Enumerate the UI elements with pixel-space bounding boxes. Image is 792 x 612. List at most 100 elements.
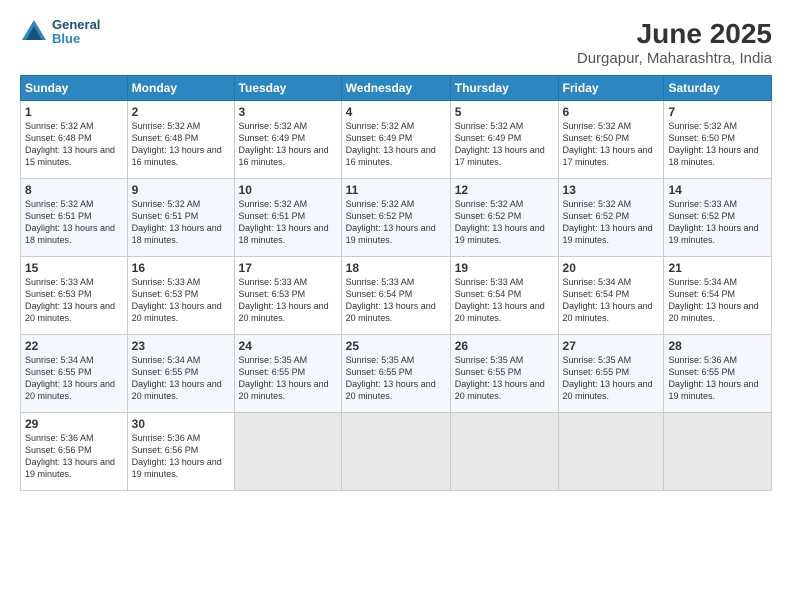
header: General Blue June 2025 Durgapur, Maharas…	[20, 18, 772, 67]
table-row: 30 Sunrise: 5:36 AM Sunset: 6:56 PM Dayl…	[127, 413, 234, 491]
calendar-subtitle: Durgapur, Maharashtra, India	[577, 50, 772, 67]
table-row: 7 Sunrise: 5:32 AM Sunset: 6:50 PM Dayli…	[664, 101, 772, 179]
day-number: 2	[132, 105, 230, 119]
logo-icon	[20, 18, 48, 46]
day-info: Sunrise: 5:33 AM Sunset: 6:54 PM Dayligh…	[346, 276, 446, 325]
day-info: Sunrise: 5:33 AM Sunset: 6:53 PM Dayligh…	[239, 276, 337, 325]
day-number: 29	[25, 417, 123, 431]
logo-text: General Blue	[52, 18, 100, 47]
table-row: 14 Sunrise: 5:33 AM Sunset: 6:52 PM Dayl…	[664, 179, 772, 257]
table-row: 29 Sunrise: 5:36 AM Sunset: 6:56 PM Dayl…	[21, 413, 128, 491]
day-info: Sunrise: 5:35 AM Sunset: 6:55 PM Dayligh…	[563, 354, 660, 403]
day-info: Sunrise: 5:32 AM Sunset: 6:52 PM Dayligh…	[563, 198, 660, 247]
day-info: Sunrise: 5:32 AM Sunset: 6:48 PM Dayligh…	[25, 120, 123, 169]
day-info: Sunrise: 5:33 AM Sunset: 6:53 PM Dayligh…	[132, 276, 230, 325]
day-info: Sunrise: 5:34 AM Sunset: 6:54 PM Dayligh…	[668, 276, 767, 325]
col-saturday: Saturday	[664, 76, 772, 101]
day-info: Sunrise: 5:32 AM Sunset: 6:49 PM Dayligh…	[239, 120, 337, 169]
page: General Blue June 2025 Durgapur, Maharas…	[0, 0, 792, 612]
day-number: 4	[346, 105, 446, 119]
day-info: Sunrise: 5:36 AM Sunset: 6:56 PM Dayligh…	[25, 432, 123, 481]
table-row: 3 Sunrise: 5:32 AM Sunset: 6:49 PM Dayli…	[234, 101, 341, 179]
table-row: 15 Sunrise: 5:33 AM Sunset: 6:53 PM Dayl…	[21, 257, 128, 335]
day-number: 22	[25, 339, 123, 353]
table-row: 22 Sunrise: 5:34 AM Sunset: 6:55 PM Dayl…	[21, 335, 128, 413]
calendar-row-1: 8 Sunrise: 5:32 AM Sunset: 6:51 PM Dayli…	[21, 179, 772, 257]
day-number: 21	[668, 261, 767, 275]
table-row: 23 Sunrise: 5:34 AM Sunset: 6:55 PM Dayl…	[127, 335, 234, 413]
table-row	[558, 413, 664, 491]
day-info: Sunrise: 5:33 AM Sunset: 6:54 PM Dayligh…	[455, 276, 554, 325]
table-row: 4 Sunrise: 5:32 AM Sunset: 6:49 PM Dayli…	[341, 101, 450, 179]
day-info: Sunrise: 5:34 AM Sunset: 6:55 PM Dayligh…	[25, 354, 123, 403]
day-info: Sunrise: 5:32 AM Sunset: 6:48 PM Dayligh…	[132, 120, 230, 169]
calendar-row-4: 29 Sunrise: 5:36 AM Sunset: 6:56 PM Dayl…	[21, 413, 772, 491]
day-number: 20	[563, 261, 660, 275]
day-number: 1	[25, 105, 123, 119]
calendar-table: Sunday Monday Tuesday Wednesday Thursday…	[20, 75, 772, 491]
day-number: 23	[132, 339, 230, 353]
day-info: Sunrise: 5:32 AM Sunset: 6:51 PM Dayligh…	[132, 198, 230, 247]
day-info: Sunrise: 5:36 AM Sunset: 6:56 PM Dayligh…	[132, 432, 230, 481]
calendar-row-3: 22 Sunrise: 5:34 AM Sunset: 6:55 PM Dayl…	[21, 335, 772, 413]
calendar-title: June 2025	[577, 18, 772, 50]
logo-blue: Blue	[52, 32, 100, 46]
col-tuesday: Tuesday	[234, 76, 341, 101]
table-row: 2 Sunrise: 5:32 AM Sunset: 6:48 PM Dayli…	[127, 101, 234, 179]
day-info: Sunrise: 5:33 AM Sunset: 6:52 PM Dayligh…	[668, 198, 767, 247]
table-row: 11 Sunrise: 5:32 AM Sunset: 6:52 PM Dayl…	[341, 179, 450, 257]
table-row: 10 Sunrise: 5:32 AM Sunset: 6:51 PM Dayl…	[234, 179, 341, 257]
day-info: Sunrise: 5:34 AM Sunset: 6:54 PM Dayligh…	[563, 276, 660, 325]
day-number: 16	[132, 261, 230, 275]
col-sunday: Sunday	[21, 76, 128, 101]
table-row	[664, 413, 772, 491]
table-row: 19 Sunrise: 5:33 AM Sunset: 6:54 PM Dayl…	[450, 257, 558, 335]
day-number: 26	[455, 339, 554, 353]
table-row	[341, 413, 450, 491]
table-row: 27 Sunrise: 5:35 AM Sunset: 6:55 PM Dayl…	[558, 335, 664, 413]
calendar-row-0: 1 Sunrise: 5:32 AM Sunset: 6:48 PM Dayli…	[21, 101, 772, 179]
day-info: Sunrise: 5:35 AM Sunset: 6:55 PM Dayligh…	[239, 354, 337, 403]
calendar-row-2: 15 Sunrise: 5:33 AM Sunset: 6:53 PM Dayl…	[21, 257, 772, 335]
day-info: Sunrise: 5:32 AM Sunset: 6:52 PM Dayligh…	[346, 198, 446, 247]
table-row: 24 Sunrise: 5:35 AM Sunset: 6:55 PM Dayl…	[234, 335, 341, 413]
day-info: Sunrise: 5:36 AM Sunset: 6:55 PM Dayligh…	[668, 354, 767, 403]
col-friday: Friday	[558, 76, 664, 101]
day-info: Sunrise: 5:32 AM Sunset: 6:52 PM Dayligh…	[455, 198, 554, 247]
table-row: 8 Sunrise: 5:32 AM Sunset: 6:51 PM Dayli…	[21, 179, 128, 257]
table-row: 28 Sunrise: 5:36 AM Sunset: 6:55 PM Dayl…	[664, 335, 772, 413]
day-number: 6	[563, 105, 660, 119]
day-info: Sunrise: 5:33 AM Sunset: 6:53 PM Dayligh…	[25, 276, 123, 325]
day-number: 7	[668, 105, 767, 119]
table-row: 26 Sunrise: 5:35 AM Sunset: 6:55 PM Dayl…	[450, 335, 558, 413]
table-row: 9 Sunrise: 5:32 AM Sunset: 6:51 PM Dayli…	[127, 179, 234, 257]
day-number: 13	[563, 183, 660, 197]
day-info: Sunrise: 5:34 AM Sunset: 6:55 PM Dayligh…	[132, 354, 230, 403]
table-row: 1 Sunrise: 5:32 AM Sunset: 6:48 PM Dayli…	[21, 101, 128, 179]
day-info: Sunrise: 5:32 AM Sunset: 6:50 PM Dayligh…	[563, 120, 660, 169]
day-info: Sunrise: 5:35 AM Sunset: 6:55 PM Dayligh…	[455, 354, 554, 403]
table-row: 16 Sunrise: 5:33 AM Sunset: 6:53 PM Dayl…	[127, 257, 234, 335]
day-number: 24	[239, 339, 337, 353]
table-row: 20 Sunrise: 5:34 AM Sunset: 6:54 PM Dayl…	[558, 257, 664, 335]
table-row: 25 Sunrise: 5:35 AM Sunset: 6:55 PM Dayl…	[341, 335, 450, 413]
logo: General Blue	[20, 18, 100, 47]
day-number: 25	[346, 339, 446, 353]
day-info: Sunrise: 5:32 AM Sunset: 6:50 PM Dayligh…	[668, 120, 767, 169]
table-row: 13 Sunrise: 5:32 AM Sunset: 6:52 PM Dayl…	[558, 179, 664, 257]
day-number: 10	[239, 183, 337, 197]
day-number: 14	[668, 183, 767, 197]
day-info: Sunrise: 5:35 AM Sunset: 6:55 PM Dayligh…	[346, 354, 446, 403]
day-number: 27	[563, 339, 660, 353]
table-row: 5 Sunrise: 5:32 AM Sunset: 6:49 PM Dayli…	[450, 101, 558, 179]
header-row: Sunday Monday Tuesday Wednesday Thursday…	[21, 76, 772, 101]
table-row	[450, 413, 558, 491]
day-number: 15	[25, 261, 123, 275]
col-thursday: Thursday	[450, 76, 558, 101]
day-number: 5	[455, 105, 554, 119]
title-block: June 2025 Durgapur, Maharashtra, India	[577, 18, 772, 67]
table-row: 21 Sunrise: 5:34 AM Sunset: 6:54 PM Dayl…	[664, 257, 772, 335]
day-info: Sunrise: 5:32 AM Sunset: 6:49 PM Dayligh…	[455, 120, 554, 169]
table-row: 6 Sunrise: 5:32 AM Sunset: 6:50 PM Dayli…	[558, 101, 664, 179]
day-number: 11	[346, 183, 446, 197]
